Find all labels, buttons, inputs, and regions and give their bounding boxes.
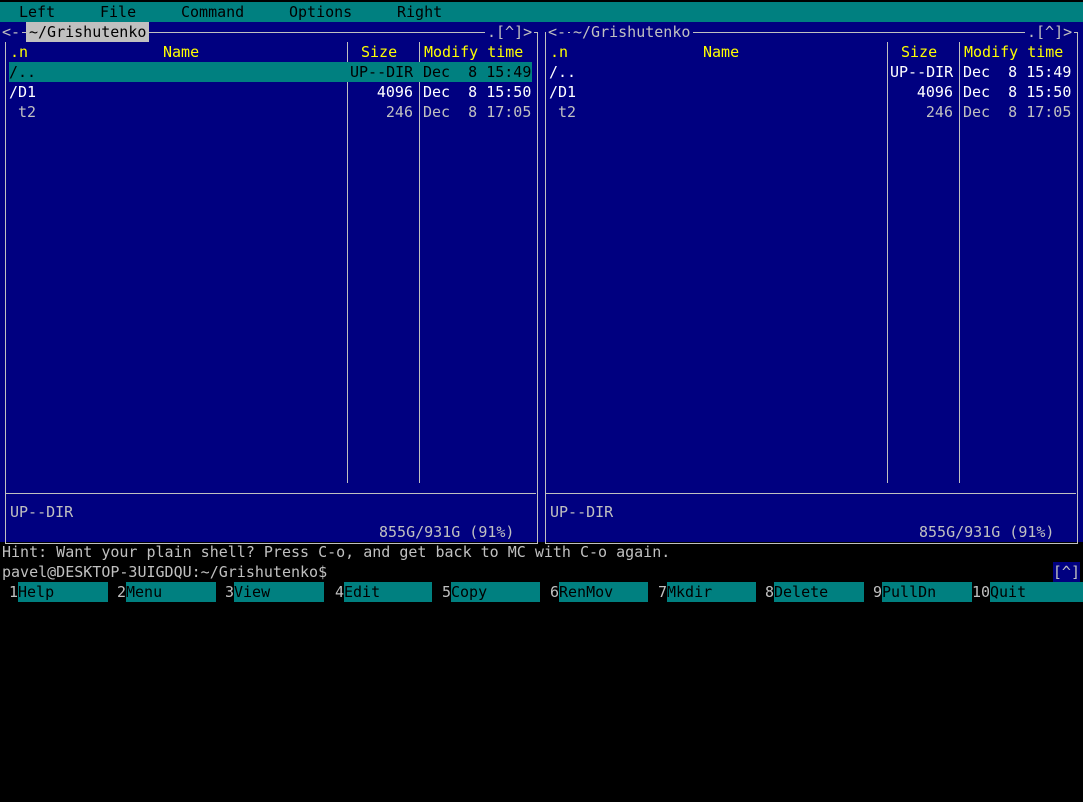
right-file-row-d1[interactable]: /D1 4096 Dec 8 15:50: [549, 82, 1072, 102]
left-file-row-d1[interactable]: /D1 4096 Dec 8 15:50: [9, 82, 532, 102]
hint-line: Hint: Want your plain shell? Press C-o, …: [0, 542, 1083, 562]
file-name: /..: [549, 63, 577, 81]
f2-menu-button[interactable]: 2 Menu: [108, 582, 216, 602]
shell-prompt[interactable]: pavel@DESKTOP-3UIGDQU:~/Grishutenko$: [2, 562, 327, 582]
left-panel-corner-controls[interactable]: .[^]>: [485, 22, 535, 42]
menu-command[interactable]: Command: [181, 2, 244, 22]
right-panel-title[interactable]: ~/Grishutenko: [570, 22, 694, 42]
f7-mkdir-button[interactable]: 7 Mkdir: [648, 582, 756, 602]
f9-pulldn-button[interactable]: 9 PullDn: [864, 582, 972, 602]
file-size: 4096: [916, 83, 953, 101]
f10-quit-button[interactable]: 10 Quit: [972, 582, 1083, 602]
right-header-size[interactable]: Size: [901, 42, 937, 62]
right-file-row-updir[interactable]: /.. UP--DIR Dec 8 15:49: [549, 62, 1072, 82]
fkey-label: View: [234, 582, 324, 602]
fkey-number: 10: [972, 582, 992, 602]
file-name: /..: [9, 63, 37, 81]
left-file-row-t2[interactable]: t2 246 Dec 8 17:05: [9, 102, 532, 122]
file-time: Dec 8 17:05: [423, 103, 532, 121]
menu-bar: Left File Command Options Right: [0, 2, 1083, 22]
file-time: Dec 8 15:50: [963, 83, 1072, 101]
right-file-row-t2[interactable]: t2 246 Dec 8 17:05: [549, 102, 1072, 122]
right-panel-separator: [545, 493, 1076, 494]
right-panel-corner-controls[interactable]: .[^]>: [1025, 22, 1075, 42]
f4-edit-button[interactable]: 4 Edit: [324, 582, 432, 602]
file-name: t2: [549, 103, 577, 121]
left-panel[interactable]: <- ~/Grishutenko .[^]> .n Name Size Modi…: [0, 22, 540, 544]
command-line[interactable]: pavel@DESKTOP-3UIGDQU:~/Grishutenko$ [^]: [0, 562, 1083, 582]
f1-help-button[interactable]: 1 Help: [0, 582, 108, 602]
function-key-bar: 1 Help 2 Menu 3 View 4 Edit 5 Copy 6 Ren…: [0, 582, 1083, 606]
file-time: Dec 8 15:49: [963, 63, 1072, 81]
file-name: /D1: [9, 83, 37, 101]
left-panel-nav-left[interactable]: <-: [0, 22, 23, 42]
fkey-label: Quit: [990, 582, 1083, 602]
f8-delete-button[interactable]: 8 Delete: [756, 582, 864, 602]
left-panel-info: UP--DIR: [10, 503, 74, 521]
left-header-size[interactable]: Size: [361, 42, 397, 62]
hint-text: Hint: Want your plain shell? Press C-o, …: [2, 543, 671, 561]
file-size: 246: [925, 103, 953, 121]
file-time: Dec 8 17:05: [963, 103, 1072, 121]
right-panel-nav-left[interactable]: <-: [546, 22, 569, 42]
file-size: 4096: [376, 83, 413, 101]
menu-right[interactable]: Right: [397, 2, 442, 22]
file-name: t2: [9, 103, 37, 121]
fkey-label: Help: [18, 582, 108, 602]
left-panel-title[interactable]: ~/Grishutenko: [26, 22, 150, 42]
menu-file[interactable]: File: [100, 2, 136, 22]
right-header-sort[interactable]: .n: [550, 42, 568, 62]
file-name: /D1: [549, 83, 577, 101]
right-panel-disk-free: 855G/931G (91%): [916, 522, 1058, 542]
fkey-label: Delete: [774, 582, 864, 602]
menu-options[interactable]: Options: [289, 2, 352, 22]
file-size: UP--DIR: [890, 63, 954, 81]
fkey-label: Copy: [451, 582, 540, 602]
fkey-label: Mkdir: [667, 582, 756, 602]
fkey-label: RenMov: [559, 582, 648, 602]
file-time: Dec 8 15:50: [423, 83, 532, 101]
fkey-label: Edit: [344, 582, 432, 602]
left-header-sort[interactable]: .n: [10, 42, 28, 62]
file-size: UP--DIR: [350, 63, 414, 81]
menu-left[interactable]: Left: [19, 2, 55, 22]
right-header-modify[interactable]: Modify time: [964, 42, 1063, 62]
command-history-indicator[interactable]: [^]: [1052, 562, 1080, 582]
left-header-name[interactable]: Name: [163, 42, 199, 62]
right-panel[interactable]: <- ~/Grishutenko .[^]> .n Name Size Modi…: [540, 22, 1083, 544]
fkey-label: PullDn: [882, 582, 972, 602]
left-file-row-updir[interactable]: /.. UP--DIR Dec 8 15:49: [9, 62, 532, 82]
right-header-name[interactable]: Name: [703, 42, 739, 62]
right-panel-info: UP--DIR: [550, 503, 614, 521]
f6-renmov-button[interactable]: 6 RenMov: [540, 582, 648, 602]
f5-copy-button[interactable]: 5 Copy: [432, 582, 540, 602]
file-time: Dec 8 15:49: [423, 63, 532, 81]
left-panel-separator: [5, 493, 536, 494]
f3-view-button[interactable]: 3 View: [216, 582, 324, 602]
fkey-label: Menu: [126, 582, 216, 602]
file-size: 246: [385, 103, 413, 121]
left-panel-disk-free: 855G/931G (91%): [376, 522, 518, 542]
left-header-modify[interactable]: Modify time: [424, 42, 523, 62]
